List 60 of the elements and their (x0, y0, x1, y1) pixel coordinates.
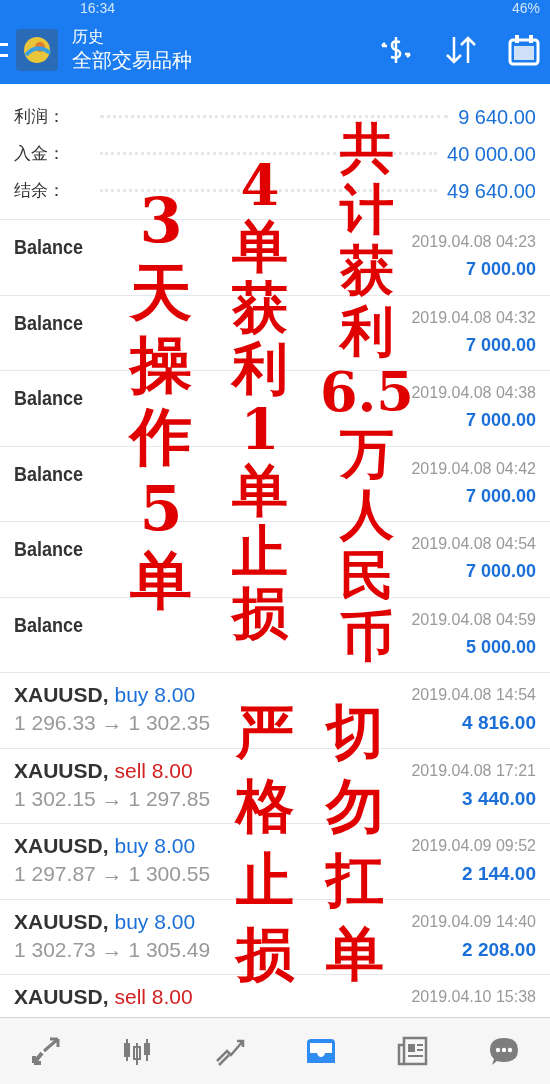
deal-prices: 1 296.33 → 1 302.35 (14, 710, 211, 736)
handwritten-annotation: 切 勿 扛 单 (326, 697, 384, 990)
handwritten-annotation: 3 天 操 作 5 单 (130, 185, 192, 617)
summary-value: 49 640.00 (447, 178, 536, 204)
app-logo-icon (16, 29, 58, 71)
deal-amount: 2 144.00 (462, 862, 536, 886)
summary-label: 入金： (14, 142, 66, 165)
deal-symbol: Balance (14, 537, 84, 562)
deal-prices: 1 302.15 → 1 297.85 (14, 785, 211, 812)
deal-symbol: XAUUSD, (14, 984, 109, 1010)
sort-icon[interactable] (444, 35, 478, 65)
status-time: 16:34 (80, 0, 116, 16)
deal-time: 2019.04.10 15:38 (411, 987, 536, 1007)
deal-symbol: Balance (14, 386, 84, 411)
deal-symbol: XAUUSD, (14, 682, 109, 708)
deal-prices: 1 297.87 → 1 300.55 (14, 861, 211, 887)
deal-amount: 3 440.00 (462, 786, 536, 811)
deal-time: 2019.04.08 17:21 (411, 760, 536, 781)
deal-amount: 7 000.00 (465, 409, 536, 432)
deal-symbol: XAUUSD, (14, 908, 109, 935)
handwritten-annotation: 严 格 止 损 (236, 697, 294, 990)
deal-time: 2019.04.08 04:32 (411, 307, 536, 328)
deal-volume: buy 8.00 (114, 682, 196, 708)
summary-value: 9 640.00 (458, 104, 536, 130)
deal-amount: 5 000.00 (465, 635, 536, 659)
summary-label: 利润： (14, 105, 66, 128)
deal-symbol: XAUUSD, (14, 833, 109, 859)
deal-prices: 1 302.73 → 1 305.49 (14, 936, 211, 963)
newspaper-icon[interactable] (395, 1034, 430, 1068)
deal-time: 2019.04.08 04:38 (411, 383, 536, 403)
deal-volume: buy 8.00 (114, 833, 196, 859)
deal-time: 2019.04.08 04:59 (411, 609, 536, 630)
battery-level: 46% (511, 0, 540, 16)
deal-symbol: XAUUSD, (14, 757, 109, 784)
deal-amount: 2 208.00 (462, 937, 536, 962)
deal-amount: 7 000.00 (465, 484, 536, 508)
deal-time: 2019.04.08 04:54 (411, 534, 536, 554)
deal-amount: 7 000.00 (465, 333, 536, 357)
deal-symbol: Balance (14, 235, 84, 260)
summary-label: 结余： (14, 179, 66, 202)
deal-symbol: Balance (14, 310, 84, 336)
screen-subtitle: 全部交易品种 (72, 48, 193, 73)
deal-amount: 7 000.00 (465, 258, 536, 281)
deal-time: 2019.04.08 14:54 (411, 685, 536, 705)
deal-time: 2019.04.09 14:40 (411, 911, 536, 932)
deal-time: 2019.04.08 04:42 (411, 458, 536, 479)
deal-amount: 7 000.00 (465, 560, 536, 583)
deal-volume: buy 8.00 (114, 908, 196, 935)
summary-value: 40 000.00 (447, 141, 536, 167)
deal-symbol: Balance (14, 461, 84, 487)
deal-volume: sell 8.00 (114, 984, 193, 1010)
deal-time: 2019.04.08 04:23 (411, 232, 536, 252)
deal-symbol: Balance (14, 612, 84, 638)
deal-amount: 4 816.00 (462, 711, 536, 735)
deal-volume: sell 8.00 (114, 757, 193, 784)
deal-time: 2019.04.09 09:52 (411, 836, 536, 856)
menu-icon[interactable] (0, 43, 8, 57)
calendar-icon[interactable] (508, 34, 540, 66)
handwritten-annotation: 4 单 获 利 1 单 止 损 (232, 155, 288, 643)
screen-title: 历史 (72, 27, 105, 47)
